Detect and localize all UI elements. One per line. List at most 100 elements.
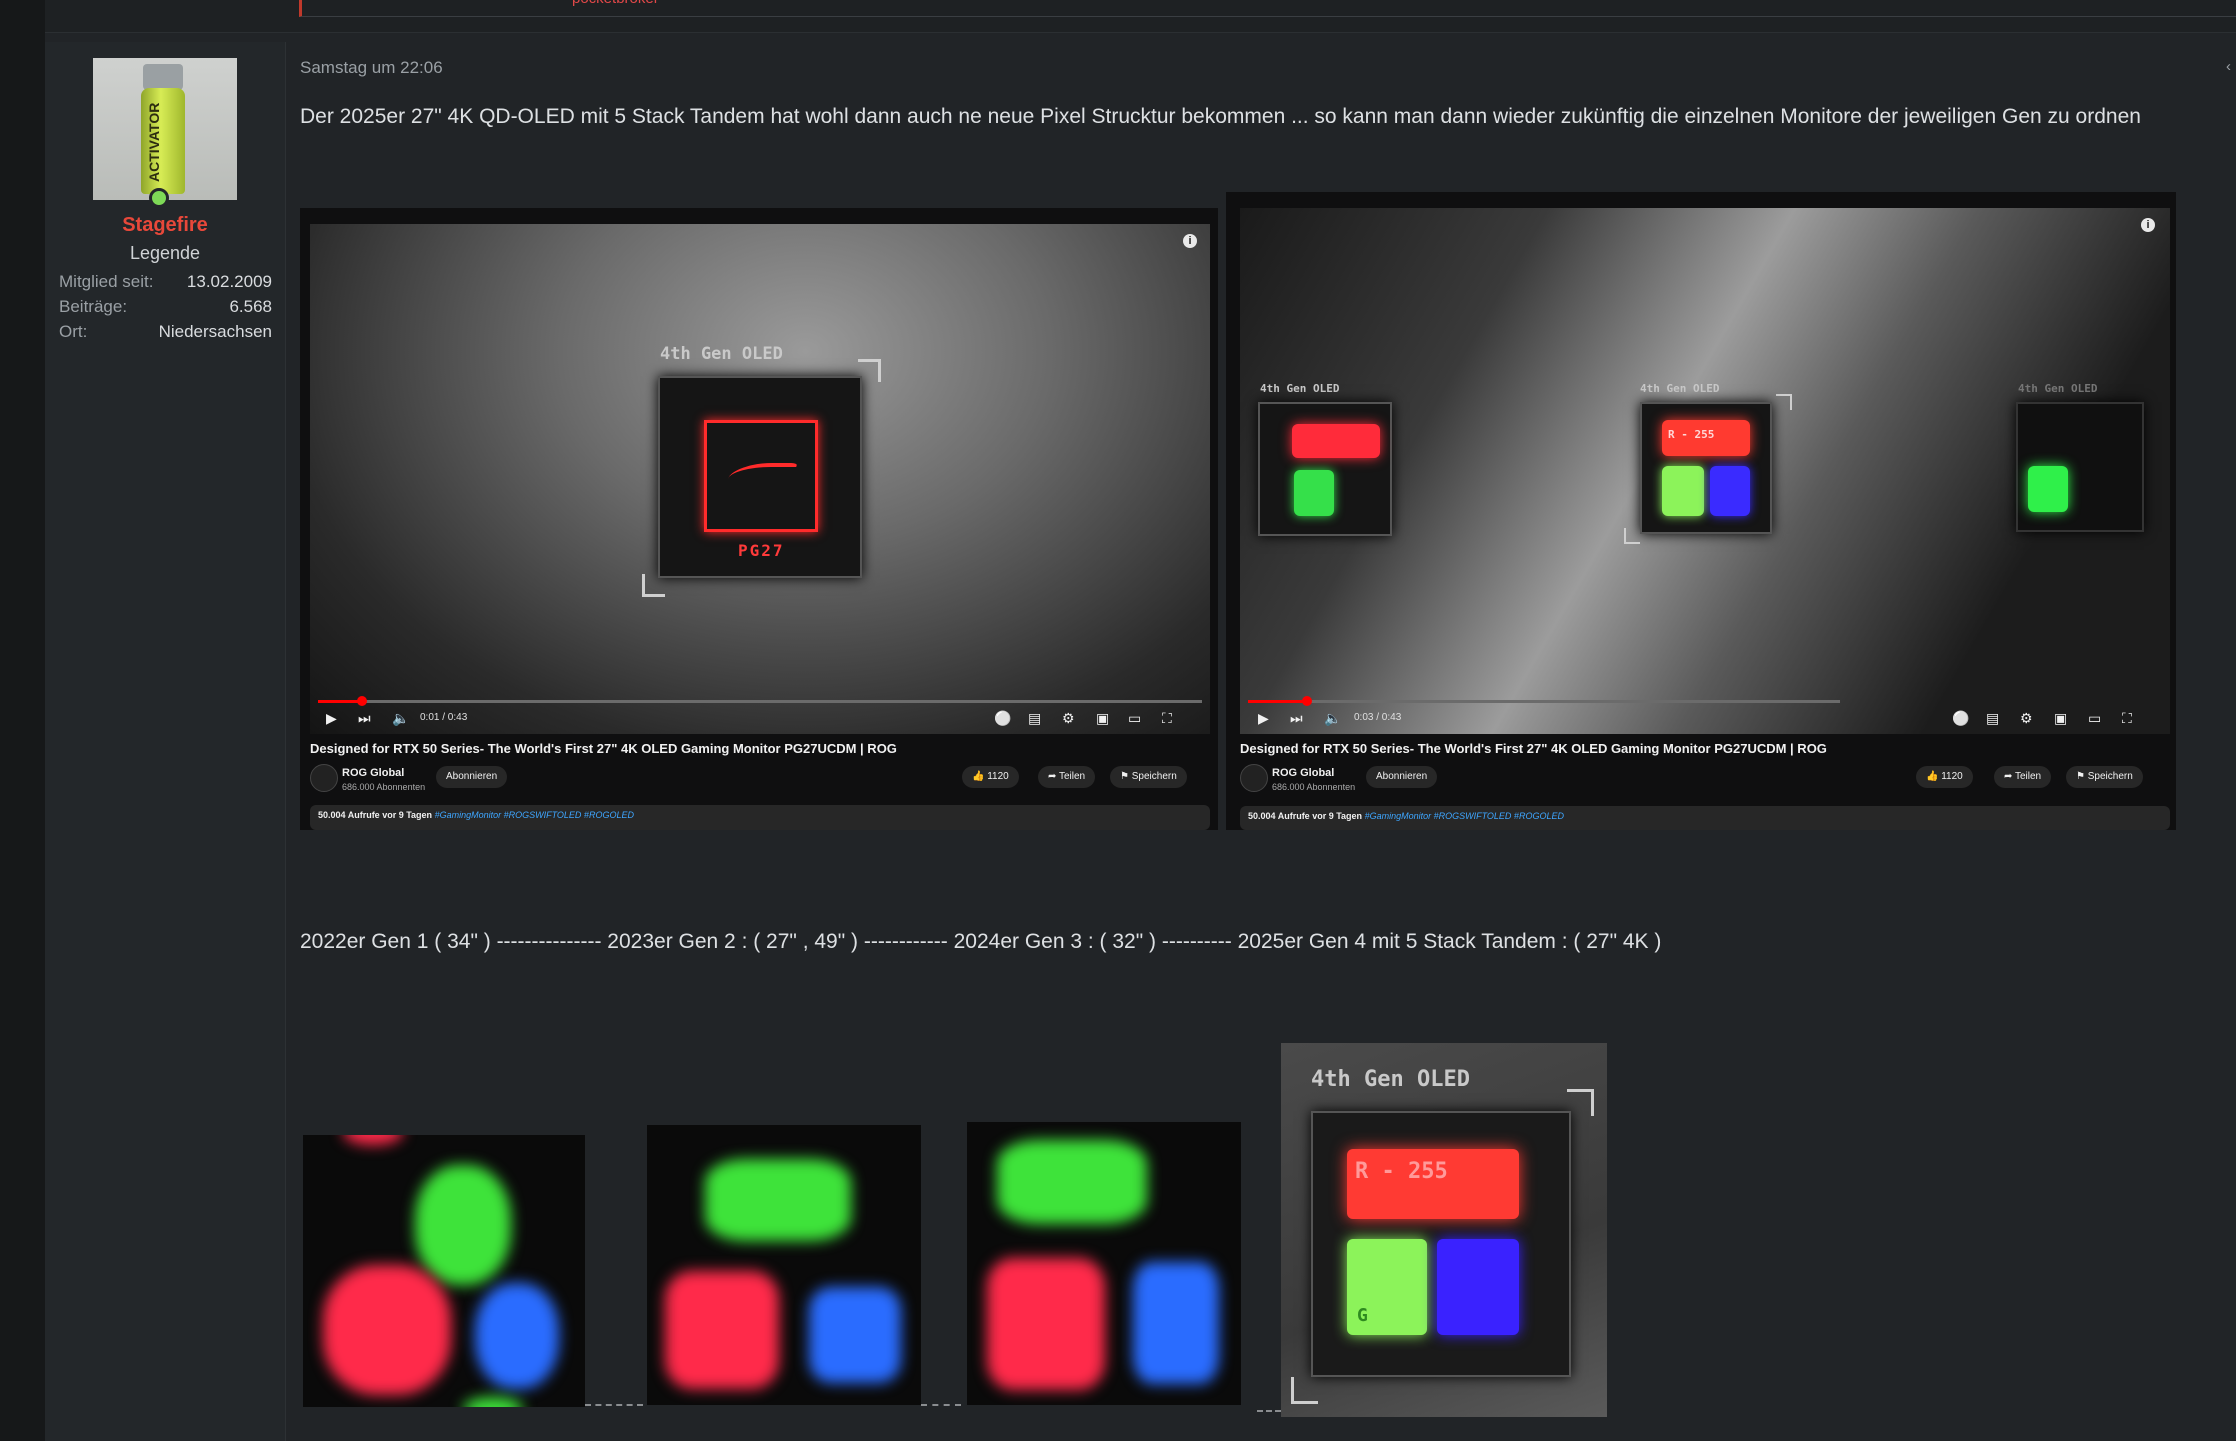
- settings-icon[interactable]: ⚙: [2020, 710, 2033, 727]
- embedded-screenshot-1[interactable]: i 4th Gen OLED PG27 ▶ ⏭ 🔈 0:01 / 0:43 ⚪: [300, 208, 1218, 830]
- player-controls: ▶ ⏭ 🔈 0:03 / 0:43 ⚪ ▤ ⚙ ▣ ▭ ⛶: [1240, 696, 2170, 734]
- video-player[interactable]: i 4th Gen OLED PG27 ▶ ⏭ 🔈 0:01 / 0:43 ⚪: [310, 224, 1210, 734]
- theater-icon[interactable]: ▭: [1128, 710, 1141, 727]
- gen3-pixel-macro-image[interactable]: [967, 1122, 1241, 1405]
- progress-played: [1248, 700, 1308, 703]
- settings-icon[interactable]: ⚙: [1062, 710, 1075, 727]
- stat-posts: Beiträge: 6.568: [59, 297, 272, 317]
- username[interactable]: Stagefire: [45, 214, 285, 237]
- miniplayer-icon[interactable]: ▣: [2054, 710, 2067, 727]
- red-label: R - 255: [1668, 428, 1715, 441]
- share-icon[interactable]: ‹: [2226, 58, 2231, 75]
- quote-block: pocketbroker: [299, 0, 2236, 17]
- subscribe-button[interactable]: Abonnieren: [436, 766, 508, 788]
- fullscreen-icon[interactable]: ⛶: [1162, 710, 1172, 727]
- separator-line: [585, 1404, 643, 1406]
- stat-value: 13.02.2009: [186, 272, 272, 291]
- monitor-panel: R - 255: [1640, 402, 1772, 534]
- volume-icon[interactable]: 🔈: [1324, 710, 1341, 727]
- gen2-pixel-macro-image[interactable]: [647, 1125, 921, 1405]
- views-text: 50.004 Aufrufe vor 9 Tagen: [1248, 811, 1363, 821]
- blue-subpixel: [809, 1287, 901, 1383]
- save-label: Speichern: [2087, 771, 2133, 782]
- next-icon[interactable]: ⏭: [1290, 710, 1303, 727]
- green-subpixel: G: [1347, 1239, 1427, 1335]
- embedded-screenshot-2[interactable]: i 4th Gen OLED 4th Gen OLED R - 255 4th …: [1226, 192, 2176, 830]
- green-subpixel: [1662, 466, 1704, 516]
- subtitles-icon[interactable]: ▤: [1028, 710, 1041, 727]
- corner-mark: [642, 574, 665, 597]
- green-subpixel: [415, 1165, 511, 1285]
- panel-label: 4th Gen OLED: [1640, 382, 1720, 395]
- miniplayer-icon[interactable]: ▣: [1096, 710, 1109, 727]
- info-icon[interactable]: i: [1183, 234, 1197, 248]
- rog-logo-icon: [724, 463, 798, 489]
- monitor-panel: R - 255 G: [1311, 1111, 1571, 1377]
- blue-subpixel: [1710, 466, 1750, 516]
- progress-bar[interactable]: [318, 696, 1202, 706]
- subscribe-button[interactable]: Abonnieren: [1366, 766, 1438, 788]
- subtitles-icon[interactable]: ▤: [1986, 710, 1999, 727]
- video-title[interactable]: Designed for RTX 50 Series- The World's …: [1240, 741, 1827, 756]
- channel-avatar[interactable]: [310, 764, 338, 792]
- progress-bar[interactable]: [1248, 696, 1840, 706]
- quote-link[interactable]: pocketbroker: [572, 0, 659, 7]
- stat-value[interactable]: 6.568: [229, 297, 272, 317]
- green-subpixel: [997, 1140, 1147, 1224]
- channel-name[interactable]: ROG Global: [342, 767, 404, 779]
- channel-name[interactable]: ROG Global: [1272, 767, 1334, 779]
- video-description[interactable]: 50.004 Aufrufe vor 9 Tagen #GamingMonito…: [1240, 806, 2170, 830]
- share-button[interactable]: ➦ Teilen: [1038, 766, 1096, 788]
- channel-avatar[interactable]: [1240, 764, 1268, 792]
- previous-post-end: pocketbroker: [45, 0, 2236, 33]
- separator-line: [921, 1404, 961, 1406]
- autoplay-toggle-icon[interactable]: ⚪: [994, 710, 1011, 727]
- save-button[interactable]: ⚑ Speichern: [1110, 766, 1187, 788]
- panel-label: 4th Gen OLED: [660, 344, 783, 364]
- view-count: 50.004 Aufrufe vor 9 Tagen #GamingMonito…: [1248, 811, 1564, 821]
- red-label: R - 255: [1355, 1159, 1448, 1184]
- share-label: Teilen: [1058, 771, 1086, 782]
- corner-mark: [1567, 1089, 1594, 1116]
- monitor-panel: PG27: [658, 376, 862, 578]
- autoplay-toggle-icon[interactable]: ⚪: [1952, 710, 1969, 727]
- user-info-panel: ACTIVATOR Stagefire Legende Mitglied sei…: [45, 42, 286, 1441]
- panel-label: 4th Gen OLED: [2018, 382, 2098, 395]
- video-title[interactable]: Designed for RTX 50 Series- The World's …: [310, 741, 897, 756]
- corner-mark: [1291, 1377, 1318, 1404]
- blue-subpixel: [1133, 1262, 1219, 1384]
- stat-member-since: Mitglied seit: 13.02.2009: [59, 272, 272, 292]
- fullscreen-icon[interactable]: ⛶: [2122, 710, 2132, 727]
- video-player[interactable]: i 4th Gen OLED 4th Gen OLED R - 255 4th …: [1240, 208, 2170, 734]
- save-button[interactable]: ⚑ Speichern: [2066, 766, 2143, 788]
- subscriber-count: 686.000 Abonnenten: [342, 782, 426, 792]
- info-icon[interactable]: i: [2141, 218, 2155, 232]
- green-label: G: [1357, 1305, 1368, 1326]
- share-button[interactable]: ➦ Teilen: [1994, 766, 2052, 788]
- progress-handle[interactable]: [357, 696, 368, 706]
- progress-handle[interactable]: [1302, 696, 1313, 706]
- play-icon[interactable]: ▶: [326, 710, 337, 727]
- like-button[interactable]: 👍 1120: [1916, 766, 1973, 788]
- player-controls: ▶ ⏭ 🔈 0:01 / 0:43 ⚪ ▤ ⚙ ▣ ▭ ⛶: [310, 696, 1210, 734]
- theater-icon[interactable]: ▭: [2088, 710, 2101, 727]
- volume-icon[interactable]: 🔈: [392, 710, 409, 727]
- next-icon[interactable]: ⏭: [358, 710, 371, 727]
- hashtags[interactable]: #GamingMonitor #ROGSWIFTOLED #ROGOLED: [1365, 811, 1564, 821]
- video-description[interactable]: 50.004 Aufrufe vor 9 Tagen #GamingMonito…: [310, 805, 1210, 830]
- post-date[interactable]: Samstag um 22:06: [300, 58, 443, 78]
- progress-played: [318, 700, 363, 703]
- time-display: 0:01 / 0:43: [420, 712, 468, 723]
- avatar[interactable]: ACTIVATOR: [93, 58, 237, 200]
- gen4-pixel-crop-image[interactable]: 4th Gen OLED R - 255 G: [1281, 1043, 1607, 1417]
- subscriber-count: 686.000 Abonnenten: [1272, 782, 1356, 792]
- like-button[interactable]: 👍 1120: [962, 766, 1019, 788]
- play-icon[interactable]: ▶: [1258, 710, 1269, 727]
- red-subpixel: [1292, 424, 1380, 458]
- red-subpixel: R - 255: [1347, 1149, 1519, 1219]
- hashtags[interactable]: #GamingMonitor #ROGSWIFTOLED #ROGOLED: [435, 810, 634, 820]
- gen1-pixel-macro-image[interactable]: [303, 1135, 585, 1407]
- separator-line: [1257, 1410, 1281, 1412]
- save-label: Speichern: [1131, 771, 1177, 782]
- user-title: Legende: [129, 243, 201, 263]
